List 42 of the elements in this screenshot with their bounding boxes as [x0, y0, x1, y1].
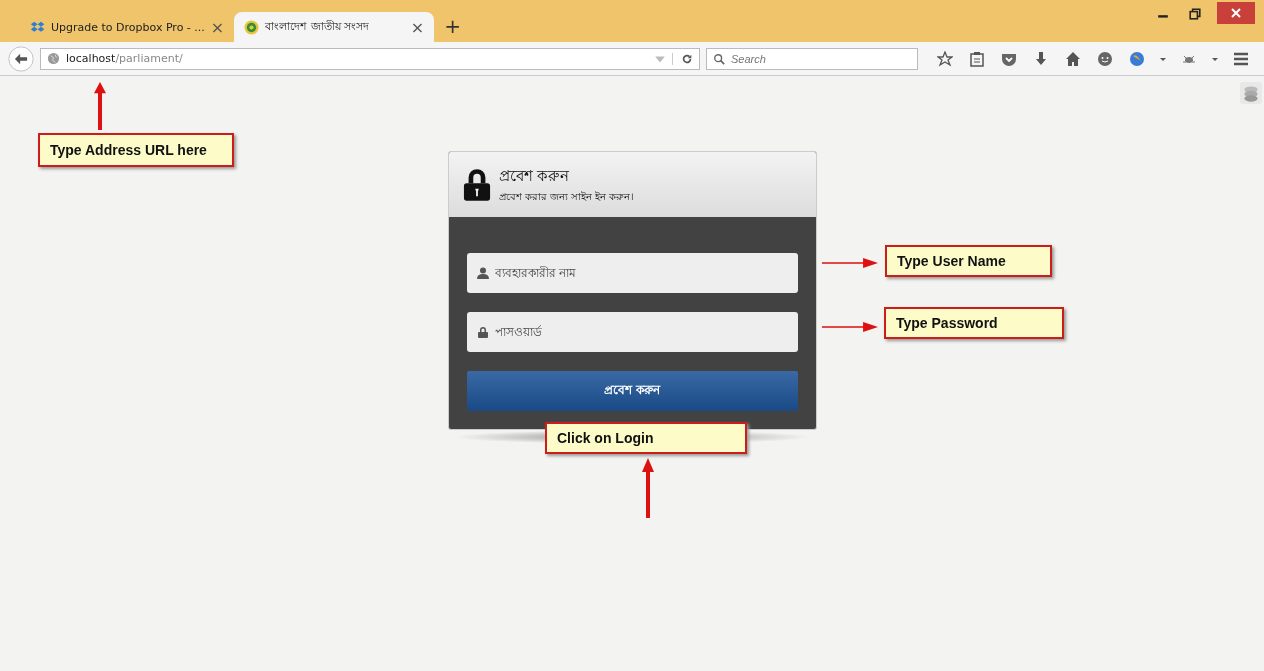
box-icon: [30, 19, 45, 35]
menu-icon[interactable]: [1233, 50, 1249, 67]
new-tab-button[interactable]: +: [434, 14, 471, 42]
star-icon[interactable]: [937, 50, 953, 67]
search-icon: [713, 52, 725, 65]
tab-title: বাংলাদেশ জাতীয় সংসদ: [265, 18, 371, 35]
login-button[interactable]: প্রবেশ করুন: [466, 371, 798, 411]
back-icon[interactable]: [8, 45, 34, 72]
tab-title: Upgrade to Dropbox Pro - ...: [51, 20, 205, 34]
user-icon: [476, 267, 489, 279]
clipboard-icon[interactable]: [969, 50, 985, 67]
url-text: localhost/parliament/: [66, 52, 183, 65]
close-icon: [1231, 8, 1241, 18]
close-button[interactable]: [1217, 2, 1255, 24]
login-subtitle: প্রবেশ করার জন্য সাইন ইন করুন।: [498, 189, 635, 204]
arrow: [642, 458, 654, 518]
callout-note: Type Password: [884, 307, 1064, 339]
callout-note: Type User Name: [885, 245, 1052, 277]
arrow: [822, 322, 878, 332]
search-field[interactable]: Search: [706, 47, 918, 70]
reload-icon[interactable]: [672, 52, 693, 65]
username-field[interactable]: ব্যবহারকারীর নাম: [466, 253, 798, 293]
browser-tab[interactable]: Upgrade to Dropbox Pro - ... ×: [20, 12, 235, 42]
callout-note: Type Address URL here: [38, 133, 234, 167]
arrow: [822, 258, 878, 268]
padlock-icon: [462, 167, 491, 202]
arrow: [94, 82, 106, 130]
login-title: প্রবেশ করুন: [498, 165, 571, 187]
password-field[interactable]: পাসওয়ার্ড: [466, 312, 798, 352]
download-icon[interactable]: [1033, 50, 1049, 67]
close-icon[interactable]: ×: [410, 17, 425, 37]
globe-icon[interactable]: [1129, 50, 1145, 67]
close-icon[interactable]: ×: [210, 17, 225, 37]
home-icon[interactable]: [1065, 50, 1081, 67]
globe-icon: [47, 52, 60, 65]
browser-tab[interactable]: বাংলাদেশ জাতীয় সংসদ ×: [234, 12, 435, 42]
restore-icon[interactable]: [1189, 8, 1201, 20]
callout-note: Click on Login: [545, 422, 747, 454]
lock-icon: [476, 326, 489, 338]
chat-icon[interactable]: [1097, 50, 1113, 67]
emblem-icon: [244, 19, 260, 35]
address-field[interactable]: localhost/parliament/: [40, 47, 700, 70]
